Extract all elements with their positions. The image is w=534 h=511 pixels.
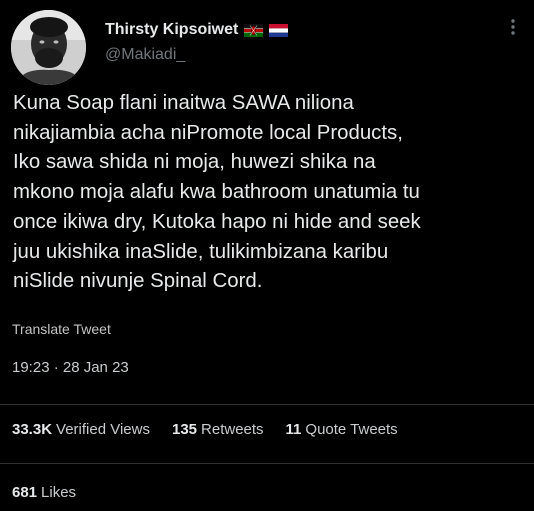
- tweet-timestamp[interactable]: 19:23 · 28 Jan 23: [12, 359, 129, 376]
- author-name-row[interactable]: Thirsty Kipsoiwet: [105, 18, 289, 42]
- tweet-stats-row: 33.3K Verified Views 135 Retweets 11 Quote …: [12, 421, 420, 438]
- likes-stat[interactable]: 681 Likes: [12, 484, 76, 501]
- quote-tweets-count: 11: [285, 421, 302, 438]
- quote-tweets-label: Quote Tweets: [305, 421, 398, 438]
- avatar-image: [11, 10, 86, 85]
- divider: [0, 404, 534, 405]
- views-count: 33.3K: [12, 421, 53, 438]
- views-stat[interactable]: 33.3K Verified Views: [12, 421, 150, 438]
- retweets-label: Retweets: [201, 421, 264, 438]
- quote-tweets-stat[interactable]: 11 Quote Tweets: [286, 421, 398, 438]
- translate-tweet-link[interactable]: Translate Tweet: [12, 321, 111, 337]
- likes-count: 681: [12, 484, 38, 501]
- kenya-flag-icon: [244, 23, 264, 37]
- retweets-stat[interactable]: 135 Retweets: [172, 421, 264, 438]
- retweets-count: 135: [171, 421, 198, 438]
- divider: [0, 463, 534, 464]
- views-label: Verified Views: [56, 421, 150, 438]
- author-handle[interactable]: @Makiadi_: [105, 46, 185, 64]
- tweet-card: Thirsty Kipsoiwet @Makiadi_ Kuna Soap fl…: [0, 0, 534, 511]
- avatar[interactable]: [11, 10, 86, 85]
- netherlands-flag-icon: [269, 23, 289, 37]
- author-display-name[interactable]: Thirsty Kipsoiwet: [105, 21, 238, 39]
- tweet-text: Kuna Soap flani inaitwa SAWA niliona nik…: [13, 92, 421, 293]
- more-options-icon[interactable]: [503, 16, 523, 38]
- likes-label: Likes: [41, 484, 77, 501]
